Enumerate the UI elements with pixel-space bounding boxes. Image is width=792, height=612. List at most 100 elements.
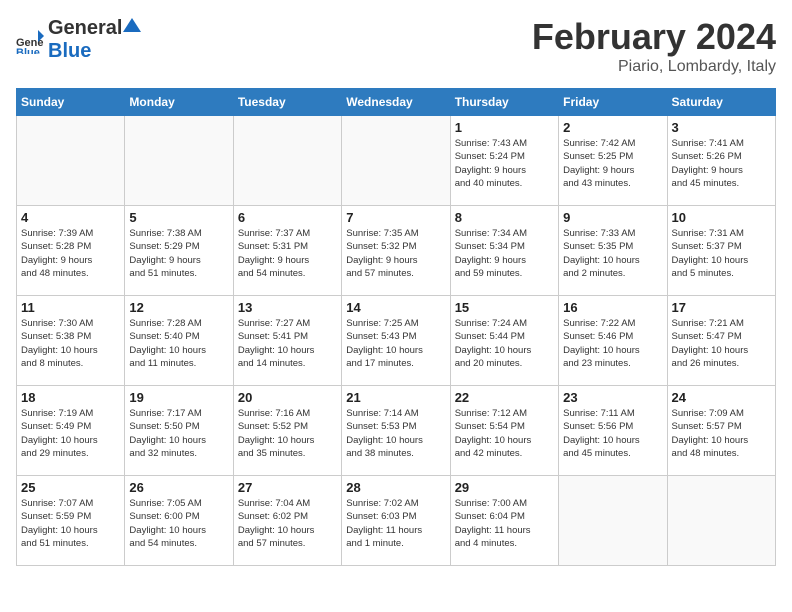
cell-info: Sunrise: 7:33 AMSunset: 5:35 PMDaylight:… — [563, 227, 662, 280]
cell-info: Sunrise: 7:22 AMSunset: 5:46 PMDaylight:… — [563, 317, 662, 370]
calendar-cell — [125, 116, 233, 206]
cell-info: Sunrise: 7:38 AMSunset: 5:29 PMDaylight:… — [129, 227, 228, 280]
cell-date: 5 — [129, 210, 228, 225]
calendar-cell — [17, 116, 125, 206]
calendar-cell: 7 Sunrise: 7:35 AMSunset: 5:32 PMDaylight… — [342, 206, 450, 296]
svg-text:Blue: Blue — [16, 47, 40, 54]
cell-info: Sunrise: 7:30 AMSunset: 5:38 PMDaylight:… — [21, 317, 120, 370]
calendar-cell: 29Sunrise: 7:00 AMSunset: 6:04 PMDayligh… — [450, 476, 558, 566]
cell-info: Sunrise: 7:21 AMSunset: 5:47 PMDaylight:… — [672, 317, 771, 370]
day-header-wednesday: Wednesday — [342, 89, 450, 116]
logo-triangle-icon — [123, 16, 141, 34]
cell-info: Sunrise: 7:19 AMSunset: 5:49 PMDaylight:… — [21, 407, 120, 460]
cell-date: 16 — [563, 300, 662, 315]
day-header-row: SundayMondayTuesdayWednesdayThursdayFrid… — [17, 89, 776, 116]
cell-info: Sunrise: 7:11 AMSunset: 5:56 PMDaylight:… — [563, 407, 662, 460]
calendar-cell: 13 Sunrise: 7:27 AMSunset: 5:41 PMDayligh… — [233, 296, 341, 386]
cell-date: 6 — [238, 210, 337, 225]
cell-info: Sunrise: 7:41 AMSunset: 5:26 PMDaylight:… — [672, 137, 771, 190]
calendar-cell: 5 Sunrise: 7:38 AMSunset: 5:29 PMDaylight… — [125, 206, 233, 296]
cell-date: 11 — [21, 300, 120, 315]
cell-info: Sunrise: 7:43 AMSunset: 5:24 PMDaylight:… — [455, 137, 554, 190]
calendar-cell — [233, 116, 341, 206]
cell-info: Sunrise: 7:04 AMSunset: 6:02 PMDaylight:… — [238, 497, 337, 550]
cell-info: Sunrise: 7:34 AMSunset: 5:34 PMDaylight:… — [455, 227, 554, 280]
calendar-cell: 28Sunrise: 7:02 AMSunset: 6:03 PMDayligh… — [342, 476, 450, 566]
cell-date: 20 — [238, 390, 337, 405]
day-header-sunday: Sunday — [17, 89, 125, 116]
cell-date: 8 — [455, 210, 554, 225]
cell-info: Sunrise: 7:25 AMSunset: 5:43 PMDaylight:… — [346, 317, 445, 370]
calendar-cell: 6 Sunrise: 7:37 AMSunset: 5:31 PMDaylight… — [233, 206, 341, 296]
calendar-cell: 23 Sunrise: 7:11 AMSunset: 5:56 PMDayligh… — [559, 386, 667, 476]
cell-info: Sunrise: 7:27 AMSunset: 5:41 PMDaylight:… — [238, 317, 337, 370]
calendar-cell: 10 Sunrise: 7:31 AMSunset: 5:37 PMDayligh… — [667, 206, 775, 296]
calendar-cell: 24 Sunrise: 7:09 AMSunset: 5:57 PMDayligh… — [667, 386, 775, 476]
cell-date: 3 — [672, 120, 771, 135]
cell-info: Sunrise: 7:42 AMSunset: 5:25 PMDaylight:… — [563, 137, 662, 190]
logo-general-text: General — [48, 17, 122, 40]
week-row-4: 25Sunrise: 7:07 AMSunset: 5:59 PMDayligh… — [17, 476, 776, 566]
week-row-3: 18 Sunrise: 7:19 AMSunset: 5:49 PMDayligh… — [17, 386, 776, 476]
cell-date: 24 — [672, 390, 771, 405]
calendar-cell: 21Sunrise: 7:14 AMSunset: 5:53 PMDayligh… — [342, 386, 450, 476]
calendar-cell: 15Sunrise: 7:24 AMSunset: 5:44 PMDayligh… — [450, 296, 558, 386]
cell-info: Sunrise: 7:14 AMSunset: 5:53 PMDaylight:… — [346, 407, 445, 460]
cell-info: Sunrise: 7:05 AMSunset: 6:00 PMDaylight:… — [129, 497, 228, 550]
cell-info: Sunrise: 7:12 AMSunset: 5:54 PMDaylight:… — [455, 407, 554, 460]
cell-date: 27 — [238, 480, 337, 495]
cell-date: 29 — [455, 480, 554, 495]
cell-info: Sunrise: 7:02 AMSunset: 6:03 PMDaylight:… — [346, 497, 445, 550]
calendar-cell: 22 Sunrise: 7:12 AMSunset: 5:54 PMDayligh… — [450, 386, 558, 476]
calendar-cell: 19 Sunrise: 7:17 AMSunset: 5:50 PMDayligh… — [125, 386, 233, 476]
logo: General Blue General Blue — [16, 16, 142, 63]
cell-date: 9 — [563, 210, 662, 225]
cell-date: 17 — [672, 300, 771, 315]
day-header-thursday: Thursday — [450, 89, 558, 116]
day-header-saturday: Saturday — [667, 89, 775, 116]
day-header-monday: Monday — [125, 89, 233, 116]
cell-date: 12 — [129, 300, 228, 315]
calendar-cell: 3 Sunrise: 7:41 AMSunset: 5:26 PMDaylight… — [667, 116, 775, 206]
day-header-tuesday: Tuesday — [233, 89, 341, 116]
cell-info: Sunrise: 7:09 AMSunset: 5:57 PMDaylight:… — [672, 407, 771, 460]
cell-info: Sunrise: 7:16 AMSunset: 5:52 PMDaylight:… — [238, 407, 337, 460]
calendar-cell — [342, 116, 450, 206]
cell-date: 18 — [21, 390, 120, 405]
page-header: General Blue General Blue February 2024 … — [16, 16, 776, 76]
cell-date: 22 — [455, 390, 554, 405]
cell-date: 19 — [129, 390, 228, 405]
calendar-cell: 27 Sunrise: 7:04 AMSunset: 6:02 PMDayligh… — [233, 476, 341, 566]
calendar-cell: 20 Sunrise: 7:16 AMSunset: 5:52 PMDayligh… — [233, 386, 341, 476]
calendar-cell: 11 Sunrise: 7:30 AMSunset: 5:38 PMDayligh… — [17, 296, 125, 386]
cell-date: 25 — [21, 480, 120, 495]
week-row-1: 4Sunrise: 7:39 AMSunset: 5:28 PMDaylight… — [17, 206, 776, 296]
calendar-cell: 9 Sunrise: 7:33 AMSunset: 5:35 PMDaylight… — [559, 206, 667, 296]
calendar-cell: 1Sunrise: 7:43 AMSunset: 5:24 PMDaylight… — [450, 116, 558, 206]
calendar-cell: 25Sunrise: 7:07 AMSunset: 5:59 PMDayligh… — [17, 476, 125, 566]
calendar-cell: 12 Sunrise: 7:28 AMSunset: 5:40 PMDayligh… — [125, 296, 233, 386]
cell-info: Sunrise: 7:39 AMSunset: 5:28 PMDaylight:… — [21, 227, 120, 280]
cell-info: Sunrise: 7:35 AMSunset: 5:32 PMDaylight:… — [346, 227, 445, 280]
calendar-cell: 2 Sunrise: 7:42 AMSunset: 5:25 PMDaylight… — [559, 116, 667, 206]
cell-date: 2 — [563, 120, 662, 135]
cell-date: 10 — [672, 210, 771, 225]
cell-info: Sunrise: 7:17 AMSunset: 5:50 PMDaylight:… — [129, 407, 228, 460]
week-row-0: 1Sunrise: 7:43 AMSunset: 5:24 PMDaylight… — [17, 116, 776, 206]
cell-info: Sunrise: 7:37 AMSunset: 5:31 PMDaylight:… — [238, 227, 337, 280]
calendar-cell: 18 Sunrise: 7:19 AMSunset: 5:49 PMDayligh… — [17, 386, 125, 476]
calendar-subtitle: Piario, Lombardy, Italy — [532, 58, 776, 76]
cell-date: 7 — [346, 210, 445, 225]
cell-info: Sunrise: 7:31 AMSunset: 5:37 PMDaylight:… — [672, 227, 771, 280]
calendar-cell: 17 Sunrise: 7:21 AMSunset: 5:47 PMDayligh… — [667, 296, 775, 386]
logo-blue-text: Blue — [48, 40, 91, 62]
calendar-cell — [667, 476, 775, 566]
cell-date: 14 — [346, 300, 445, 315]
cell-date: 23 — [563, 390, 662, 405]
cell-date: 26 — [129, 480, 228, 495]
cell-date: 13 — [238, 300, 337, 315]
calendar-cell — [559, 476, 667, 566]
calendar-cell: 4Sunrise: 7:39 AMSunset: 5:28 PMDaylight… — [17, 206, 125, 296]
cell-info: Sunrise: 7:28 AMSunset: 5:40 PMDaylight:… — [129, 317, 228, 370]
calendar-cell: 26 Sunrise: 7:05 AMSunset: 6:00 PMDayligh… — [125, 476, 233, 566]
